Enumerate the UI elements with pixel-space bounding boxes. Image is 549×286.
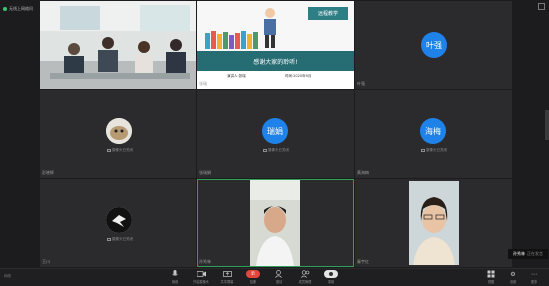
mic-icon xyxy=(171,270,180,278)
active-speaker-name: 孙秀林 xyxy=(513,251,525,256)
slide-speaker: 演讲人:张瑞 xyxy=(227,74,246,78)
video-tile-slide[interactable]: 远程教学 感谢大家的聆听! 演讲人:张瑞 时间:2020年9月 张瑞 xyxy=(197,1,354,89)
video-tile-huanghaimei[interactable]: 海梅 摄像头已关闭 黄海梅 xyxy=(355,90,512,178)
members-label: 成员管理 xyxy=(298,280,312,284)
settings-label: 设置 xyxy=(509,280,517,284)
more-button[interactable]: ⋯ 更多 xyxy=(521,270,547,286)
members-button[interactable]: 成员管理 xyxy=(292,270,318,286)
video-tile-sunxiulin[interactable]: 孙秀林 xyxy=(197,179,354,267)
crow-avatar-image xyxy=(106,207,132,233)
video-tile-wangchuan[interactable]: 摄像头已关闭 王川 xyxy=(40,179,196,267)
video-tile-zhangruijuan[interactable]: 瑞娟 摄像头已关闭 张瑞娟 xyxy=(197,90,354,178)
sunxiulin-video-image xyxy=(250,180,300,266)
camera-off-notice: 摄像头已关闭 xyxy=(263,148,289,153)
network-label: 无线上网络问 xyxy=(9,6,33,11)
window-controls xyxy=(538,3,545,10)
network-info[interactable]: 网络 xyxy=(4,274,11,279)
avatar: 叶强 xyxy=(421,32,447,58)
video-tile-pengxiaohui[interactable]: 摄像头已关闭 彭晓辉 xyxy=(40,90,196,178)
qinyuhong-video-feed xyxy=(409,181,459,265)
grid-view-icon xyxy=(487,270,496,278)
camera-off-notice: 摄像头已关闭 xyxy=(107,237,133,242)
record-label: 录制 xyxy=(327,280,335,284)
books-illustration xyxy=(205,31,258,49)
tile-name: 彭晓辉 xyxy=(42,170,54,175)
more-label: 更多 xyxy=(530,280,538,284)
share-screen-button[interactable]: 共享屏幕 xyxy=(214,270,240,286)
invite-button[interactable]: 邀请 xyxy=(266,270,292,286)
invite-label: 邀请 xyxy=(275,280,283,284)
camera-off-icon xyxy=(421,149,425,152)
video-tile-qinyuhong[interactable]: 秦宇红 xyxy=(355,179,512,267)
tile-name: 黄海梅 xyxy=(357,170,369,175)
video-tile-yeqiang[interactable]: 叶强 叶强 xyxy=(355,1,512,89)
invite-icon xyxy=(275,270,284,278)
teacher-illustration xyxy=(264,8,276,48)
camera-off-label: 摄像头已关闭 xyxy=(112,148,133,152)
camera-off-label: 摄像头已关闭 xyxy=(268,148,289,152)
slide-date: 时间:2020年9月 xyxy=(285,74,312,78)
avatar xyxy=(106,118,132,144)
video-tile-group[interactable] xyxy=(40,1,196,89)
active-speaker-status: 正在发言 xyxy=(527,251,543,256)
avatar xyxy=(106,207,132,233)
group-video-image xyxy=(40,1,196,89)
hangup-button[interactable]: ✆ 挂断 xyxy=(240,270,266,286)
sunxiulin-video-feed xyxy=(250,180,300,266)
camera-label: 开启摄像头 xyxy=(193,280,209,284)
camera-off-label: 摄像头已关闭 xyxy=(426,148,447,152)
side-panel-handle[interactable] xyxy=(545,110,549,140)
active-speaker-tag: 孙秀林 正在发言 xyxy=(508,249,548,259)
avatar: 海梅 xyxy=(420,118,446,144)
tile-name: 张瑞 xyxy=(199,81,207,86)
tile-name: 叶强 xyxy=(357,81,365,86)
group-video-feed xyxy=(40,1,196,89)
screen-share-icon xyxy=(222,270,232,278)
hangup-icon: ✆ xyxy=(246,270,260,278)
camera-icon xyxy=(196,270,206,278)
network-dot-icon xyxy=(3,7,7,11)
camera-off-label: 摄像头已关闭 xyxy=(112,237,133,241)
tile-name: 王川 xyxy=(42,259,50,264)
tile-name: 孙秀林 xyxy=(199,259,211,264)
more-icon: ⋯ xyxy=(531,270,537,278)
members-icon xyxy=(300,270,310,278)
record-button[interactable]: 录制 xyxy=(318,270,344,286)
camera-off-icon xyxy=(107,238,111,241)
settings-icon: ⚙ xyxy=(510,270,516,278)
tile-name: 秦宇红 xyxy=(357,259,369,264)
camera-off-notice: 摄像头已关闭 xyxy=(421,148,447,153)
tile-name: 张瑞娟 xyxy=(199,170,211,175)
camera-off-notice: 摄像头已关闭 xyxy=(107,148,133,153)
avatar: 瑞娟 xyxy=(262,118,288,144)
record-icon xyxy=(324,270,338,278)
camera-off-icon xyxy=(263,149,267,152)
fullscreen-icon[interactable] xyxy=(538,3,545,10)
shared-slide: 远程教学 感谢大家的聆听! 演讲人:张瑞 时间:2020年9月 xyxy=(197,1,354,89)
slide-thanks-text: 感谢大家的聆听! xyxy=(253,59,298,66)
camera-button[interactable]: 开启摄像头 xyxy=(188,270,214,286)
slide-badge: 远程教学 xyxy=(308,7,348,20)
hangup-label: 挂断 xyxy=(249,280,257,284)
view-label: 视图 xyxy=(487,280,495,284)
share-screen-label: 共享屏幕 xyxy=(220,280,234,284)
network-status[interactable]: 无线上网络问 xyxy=(3,4,33,14)
camera-off-icon xyxy=(107,149,111,152)
mute-button[interactable]: 静音 xyxy=(162,270,188,286)
network-info-label: 网络 xyxy=(4,274,11,278)
cat-avatar-image xyxy=(106,118,132,144)
mute-label: 静音 xyxy=(171,280,179,284)
qinyuhong-video-image xyxy=(409,181,459,265)
bottom-toolbar: 网络 静音 开启摄像头 共享屏幕 ✆ 挂断 邀请 成员管理 录制 视图 ⚙ 设置… xyxy=(0,268,549,286)
